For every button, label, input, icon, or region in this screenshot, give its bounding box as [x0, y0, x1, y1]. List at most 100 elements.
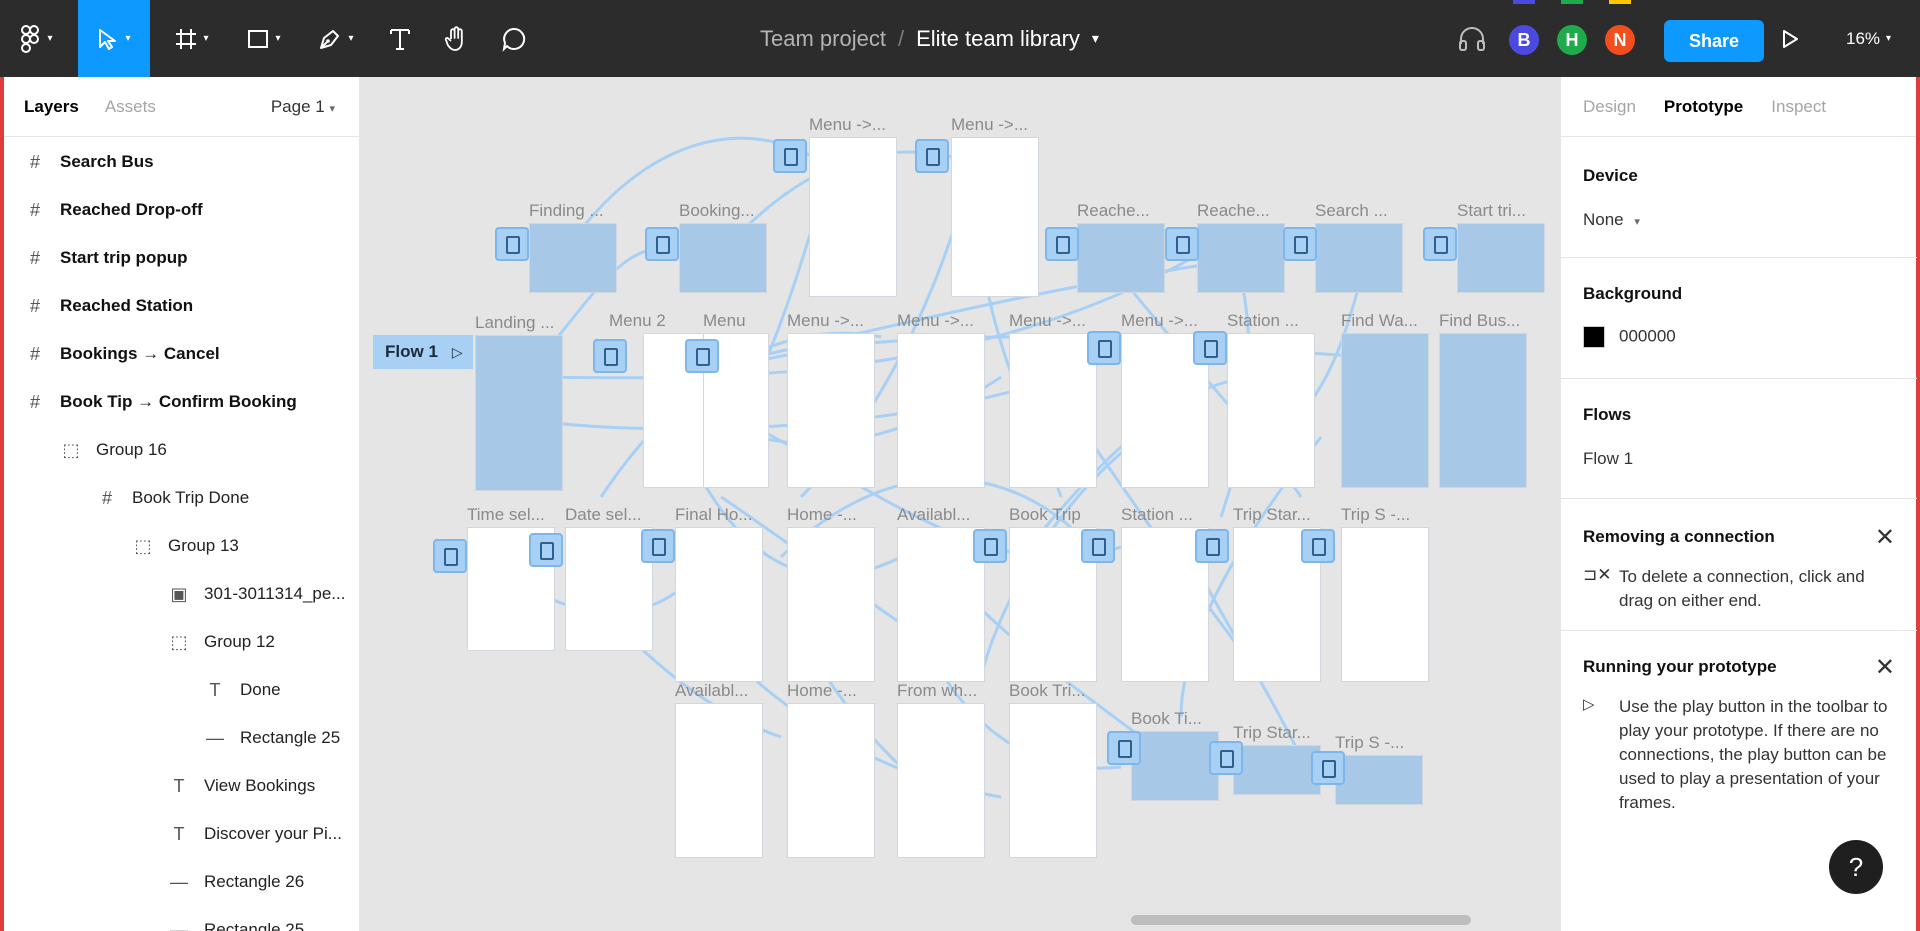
interaction-icon[interactable]	[973, 529, 1007, 563]
close-icon[interactable]: ✕	[1875, 523, 1895, 552]
screen-frame[interactable]	[1131, 731, 1219, 801]
frame-label[interactable]: Menu ->...	[897, 311, 974, 331]
frame-label[interactable]: Finding ...	[529, 201, 604, 221]
layer-item[interactable]: # Search Bus	[4, 138, 360, 186]
close-icon[interactable]: ✕	[1875, 653, 1895, 682]
interaction-icon[interactable]	[1081, 529, 1115, 563]
comment-tool-button[interactable]	[494, 0, 534, 77]
page-selector[interactable]: Page 1 ▾	[271, 97, 335, 117]
frame-label[interactable]: Station ...	[1121, 505, 1193, 525]
screen-frame[interactable]	[1009, 333, 1097, 488]
screen-frame[interactable]	[897, 527, 985, 682]
avatar[interactable]: H	[1557, 25, 1587, 55]
interaction-icon[interactable]	[645, 227, 679, 261]
interaction-icon[interactable]	[773, 139, 807, 173]
layer-item[interactable]: T View Bookings	[4, 762, 360, 810]
horizontal-scrollbar[interactable]	[1131, 915, 1471, 925]
layer-item[interactable]: # Book Tip → Confirm Booking	[4, 378, 360, 426]
screen-frame[interactable]	[675, 527, 763, 682]
frame-label[interactable]: Reache...	[1197, 201, 1270, 221]
device-select[interactable]: None ▾	[1583, 210, 1917, 230]
frame-tool-button[interactable]: ▾	[164, 0, 220, 77]
interaction-icon[interactable]	[1165, 227, 1199, 261]
layer-item[interactable]: # Book Trip Done	[4, 474, 360, 522]
screen-frame[interactable]	[1077, 223, 1165, 293]
layer-item[interactable]: — Rectangle 26	[4, 858, 360, 906]
move-tool-button[interactable]: ▾	[78, 0, 150, 77]
frame-label[interactable]: Availabl...	[897, 505, 970, 525]
tab-prototype[interactable]: Prototype	[1664, 97, 1743, 117]
frame-label[interactable]: Menu ->...	[787, 311, 864, 331]
interaction-icon[interactable]	[495, 227, 529, 261]
background-hex[interactable]: 000000	[1619, 326, 1676, 345]
screen-frame[interactable]	[809, 137, 897, 297]
main-menu-button[interactable]: ▾	[12, 0, 62, 77]
frame-label[interactable]: Menu ->...	[1121, 311, 1198, 331]
frame-label[interactable]: Trip S -...	[1335, 733, 1404, 753]
tab-design[interactable]: Design	[1583, 97, 1636, 117]
frame-label[interactable]: Start tri...	[1457, 201, 1526, 221]
frame-label[interactable]: Trip S -...	[1341, 505, 1410, 525]
frame-label[interactable]: Date sel...	[565, 505, 642, 525]
screen-frame[interactable]	[1315, 223, 1403, 293]
color-swatch[interactable]	[1583, 326, 1605, 348]
screen-frame[interactable]	[675, 703, 763, 858]
pen-tool-button[interactable]: ▾	[308, 0, 364, 77]
layer-item[interactable]: # Bookings → Cancel	[4, 330, 360, 378]
layer-item[interactable]: ⬚ Group 13	[4, 522, 360, 570]
screen-frame[interactable]	[951, 137, 1039, 297]
frame-label[interactable]: Landing ...	[475, 313, 554, 333]
layer-item[interactable]: T Discover your Pi...	[4, 810, 360, 858]
audio-button[interactable]	[1452, 0, 1492, 77]
interaction-icon[interactable]	[1301, 529, 1335, 563]
screen-frame[interactable]	[787, 333, 875, 488]
chevron-down-icon[interactable]: ▾	[1092, 30, 1099, 47]
tab-layers[interactable]: Layers	[24, 97, 79, 117]
play-icon[interactable]: ▷	[452, 344, 463, 361]
canvas[interactable]: Menu ->... Menu ->... Finding ... Booking..…	[361, 77, 1560, 931]
interaction-icon[interactable]	[1311, 751, 1345, 785]
screen-frame[interactable]	[565, 527, 653, 651]
layer-item[interactable]: # Reached Drop-off	[4, 186, 360, 234]
frame-label[interactable]: Find Bus...	[1439, 311, 1520, 331]
team-name[interactable]: Team project	[760, 26, 886, 52]
screen-frame[interactable]	[1335, 755, 1423, 805]
hand-tool-button[interactable]	[436, 0, 476, 77]
interaction-icon[interactable]	[1107, 731, 1141, 765]
flow-starting-point[interactable]: Flow 1 ▷	[373, 335, 473, 369]
screen-frame[interactable]	[1009, 703, 1097, 858]
frame-label[interactable]: Booking...	[679, 201, 755, 221]
share-button[interactable]: Share	[1664, 20, 1764, 62]
interaction-icon[interactable]	[529, 533, 563, 567]
frame-label[interactable]: Book Tri...	[1009, 681, 1086, 701]
screen-frame[interactable]	[897, 333, 985, 488]
frame-label[interactable]: Trip Star...	[1233, 505, 1311, 525]
frame-label[interactable]: Search ...	[1315, 201, 1388, 221]
flow-item[interactable]: Flow 1	[1583, 449, 1917, 469]
shape-tool-button[interactable]: ▾	[236, 0, 292, 77]
tab-assets[interactable]: Assets	[105, 97, 156, 117]
frame-label[interactable]: Menu 2	[609, 311, 666, 331]
present-button[interactable]	[1772, 0, 1808, 77]
layer-item[interactable]: # Reached Station	[4, 282, 360, 330]
interaction-icon[interactable]	[641, 529, 675, 563]
layer-item[interactable]: — Rectangle 25	[4, 714, 360, 762]
frame-label[interactable]: Final Ho...	[675, 505, 752, 525]
layer-item[interactable]: — Rectangle 25	[4, 906, 360, 931]
frame-label[interactable]: Menu ->...	[951, 115, 1028, 135]
screen-frame[interactable]	[1233, 745, 1321, 795]
frame-label[interactable]: Time sel...	[467, 505, 545, 525]
layer-item[interactable]: ⬚ Group 16	[4, 426, 360, 474]
frame-label[interactable]: From wh...	[897, 681, 977, 701]
screen-frame[interactable]	[679, 223, 767, 293]
interaction-icon[interactable]	[915, 139, 949, 173]
interaction-icon[interactable]	[1087, 331, 1121, 365]
interaction-icon[interactable]	[1423, 227, 1457, 261]
file-name[interactable]: Elite team library	[916, 26, 1080, 52]
screen-frame[interactable]	[475, 335, 563, 491]
interaction-icon[interactable]	[1045, 227, 1079, 261]
tab-inspect[interactable]: Inspect	[1771, 97, 1826, 117]
screen-frame[interactable]	[1457, 223, 1545, 293]
interaction-icon[interactable]	[433, 539, 467, 573]
layer-item[interactable]: # Start trip popup	[4, 234, 360, 282]
